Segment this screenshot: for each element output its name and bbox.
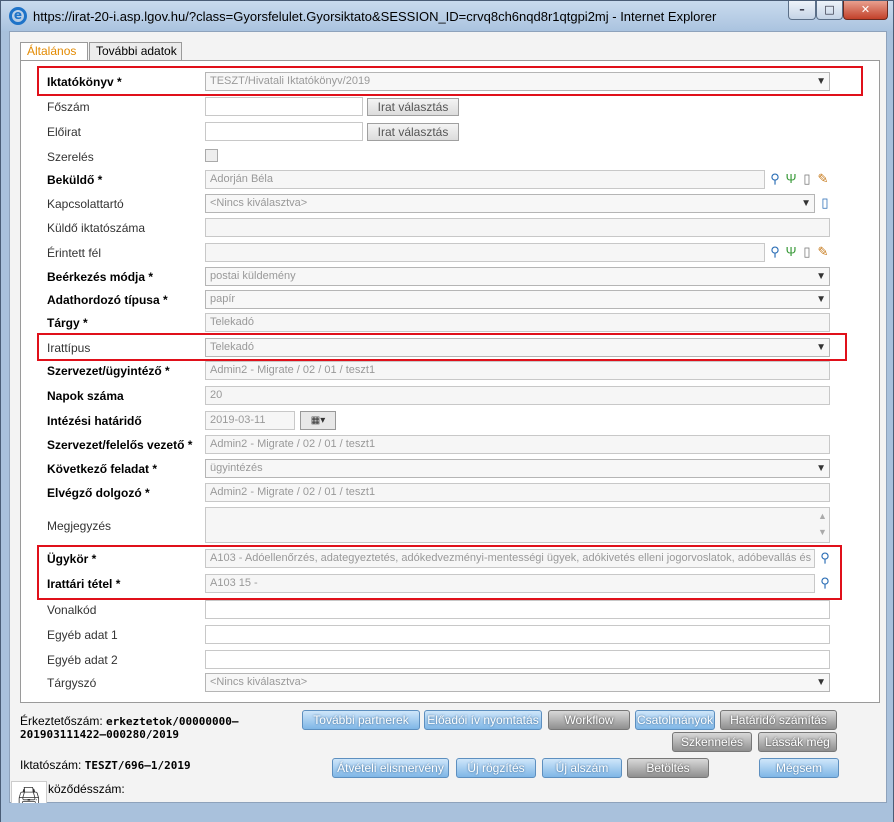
kozodesszam-label: köződésszám: [48, 782, 125, 796]
erkeztetoszam-label: Érkeztetőszám: erkeztetok/00000000– [20, 714, 239, 728]
foszam-irat-valasztas-button[interactable]: Irat választás [367, 98, 459, 116]
vonalkod-input[interactable] [205, 600, 830, 619]
megjegyzes-textarea[interactable] [205, 507, 830, 543]
kovetkezo-feladat-value: ügyintézés [210, 462, 263, 474]
uj-alszam-button[interactable]: Új alszám [542, 758, 622, 778]
napok-szama-input[interactable]: 20 [205, 386, 830, 405]
eloadoi-iv-nyomtatas-button[interactable]: Előadói ív nyomtatás [424, 710, 542, 730]
erintett-fel-input[interactable] [205, 243, 765, 262]
targyszo-label: Tárgyszó [47, 676, 97, 690]
kapcsolattarto-select[interactable]: <Nincs kiválasztva> ▼ [205, 194, 815, 213]
dialog-body: Általános További adatok Iktatókönyv * T… [9, 31, 887, 803]
adathordozo-tipusa-select[interactable]: papír ▼ [205, 290, 830, 309]
szervezet-felelos-vezeto-label: Szervezet/felelős vezető * [47, 438, 193, 452]
browser-window: e https://irat-20-i.asp.lgov.hu/?class=G… [0, 0, 894, 822]
iktatoszam-value: TESZT/696–1/2019 [84, 759, 191, 772]
edit-icon[interactable]: ✎ [815, 171, 831, 187]
szereles-label: Szerelés [47, 150, 94, 164]
egyeb-adat-1-input[interactable] [205, 625, 830, 644]
scrollbar[interactable]: ▲ ▼ [816, 508, 829, 542]
erintett-fel-label: Érintett fél [47, 246, 102, 260]
maximize-button[interactable]: □ [816, 1, 843, 20]
erkeztetoszam-value-cont: 201903111422–000280/2019 [20, 728, 179, 741]
highlight-ugykor-irattari [37, 545, 842, 600]
adathordozo-tipusa-label: Adathordozó típusa * [47, 293, 168, 307]
uj-rogzites-button[interactable]: Új rögzítés [456, 758, 536, 778]
title-bar[interactable]: e https://irat-20-i.asp.lgov.hu/?class=G… [1, 1, 893, 31]
chevron-down-icon: ▼ [816, 271, 826, 282]
targyszo-value: <Nincs kiválasztva> [210, 676, 308, 688]
document-icon[interactable]: ▯ [799, 244, 815, 260]
egyeb-adat-2-label: Egyéb adat 2 [47, 653, 118, 667]
intezesi-hatarido-label: Intézési határidő [47, 414, 142, 428]
search-icon[interactable]: ⚲ [767, 171, 783, 187]
kovetkezo-feladat-select[interactable]: ügyintézés ▼ [205, 459, 830, 478]
hatarido-szamitas-button[interactable]: Határidő számítás [720, 710, 837, 730]
highlight-iktatokonyv [37, 66, 863, 96]
chevron-down-icon: ▼ [816, 677, 826, 688]
lassak-meg-button[interactable]: Lássák még [758, 732, 837, 752]
szervezet-ugyintezo-label: Szervezet/ügyintéző * [47, 364, 170, 378]
tree-icon[interactable]: Ψ [783, 244, 799, 260]
megjegyzes-label: Megjegyzés [47, 519, 112, 533]
close-button[interactable]: ✕ [843, 1, 888, 20]
highlight-irattipus [37, 333, 847, 361]
szkenneles-button[interactable]: Szkennelés [672, 732, 752, 752]
minimize-button[interactable]: – [788, 1, 816, 20]
form-panel: Iktatókönyv * TESZT/Hivatali Iktatókönyv… [20, 60, 880, 703]
foszam-label: Főszám [47, 100, 90, 114]
tab-altalanos[interactable]: Általános [20, 42, 88, 62]
kapcsolattarto-value: <Nincs kiválasztva> [210, 197, 308, 209]
kuldo-iktatoszama-input[interactable] [205, 218, 830, 237]
edit-icon[interactable]: ✎ [815, 244, 831, 260]
betoltes-button[interactable]: Betöltés [627, 758, 709, 778]
eloirat-label: Előirat [47, 125, 82, 139]
bekuldo-input[interactable]: Adorján Béla [205, 170, 765, 189]
adathordozo-tipusa-value: papír [210, 293, 236, 305]
intezesi-hatarido-input[interactable]: 2019-03-11 [205, 411, 295, 430]
beerkezes-modja-label: Beérkezés módja * [47, 270, 154, 284]
kapcsolattarto-label: Kapcsolattartó [47, 197, 124, 211]
document-icon[interactable]: ▯ [799, 171, 815, 187]
megsem-button[interactable]: Mégsem [759, 758, 839, 778]
tree-icon[interactable]: Ψ [783, 171, 799, 187]
targy-input[interactable]: Telekadó [205, 313, 830, 332]
elvegzo-dolgozo-input[interactable]: Admin2 - Migrate / 02 / 01 / teszt1 [205, 483, 830, 502]
szereles-checkbox[interactable] [205, 149, 218, 162]
atveteli-elismerveny-button[interactable]: Átvételi elismervény [332, 758, 449, 778]
eloirat-irat-valasztas-button[interactable]: Irat választás [367, 123, 459, 141]
window-title: https://irat-20-i.asp.lgov.hu/?class=Gyo… [33, 9, 717, 24]
elvegzo-dolgozo-label: Elvégző dolgozó * [47, 486, 150, 500]
workflow-button[interactable]: Workflow [548, 710, 630, 730]
beerkezes-modja-value: postai küldemény [210, 270, 296, 282]
kuldo-iktatoszama-label: Küldő iktatószáma [47, 221, 146, 235]
tovabbi-partnerek-button[interactable]: További partnerek [302, 710, 420, 730]
eloirat-input[interactable] [205, 122, 363, 141]
vonalkod-label: Vonalkód [47, 603, 97, 617]
beerkezes-modja-select[interactable]: postai küldemény ▼ [205, 267, 830, 286]
status-bar [1, 803, 893, 822]
document-icon[interactable]: ▯ [817, 195, 833, 211]
szervezet-ugyintezo-input[interactable]: Admin2 - Migrate / 02 / 01 / teszt1 [205, 361, 830, 380]
erkeztetoszam-value: erkeztetok/00000000– [106, 715, 239, 728]
calendar-icon[interactable]: ▦▾ [300, 411, 336, 430]
bekuldo-label: Beküldő * [47, 173, 103, 187]
egyeb-adat-2-input[interactable] [205, 650, 830, 669]
chevron-down-icon: ▼ [816, 463, 826, 474]
napok-szama-label: Napok száma [47, 389, 124, 403]
iktatoszam-label: Iktatószám: TESZT/696–1/2019 [20, 758, 191, 772]
targyszo-select[interactable]: <Nincs kiválasztva> ▼ [205, 673, 830, 692]
chevron-down-icon: ▼ [801, 198, 811, 209]
chevron-down-icon: ▼ [816, 294, 826, 305]
csatolmanyok-button[interactable]: Csatolmányok [635, 710, 715, 730]
search-icon[interactable]: ⚲ [767, 244, 783, 260]
targy-label: Tárgy * [47, 316, 88, 330]
foszam-input[interactable] [205, 97, 363, 116]
ie-icon: e [9, 7, 27, 25]
egyeb-adat-1-label: Egyéb adat 1 [47, 628, 118, 642]
tab-tovabbi-adatok[interactable]: További adatok [89, 42, 182, 61]
szervezet-felelos-vezeto-input[interactable]: Admin2 - Migrate / 02 / 01 / teszt1 [205, 435, 830, 454]
kovetkezo-feladat-label: Következő feladat * [47, 462, 158, 476]
